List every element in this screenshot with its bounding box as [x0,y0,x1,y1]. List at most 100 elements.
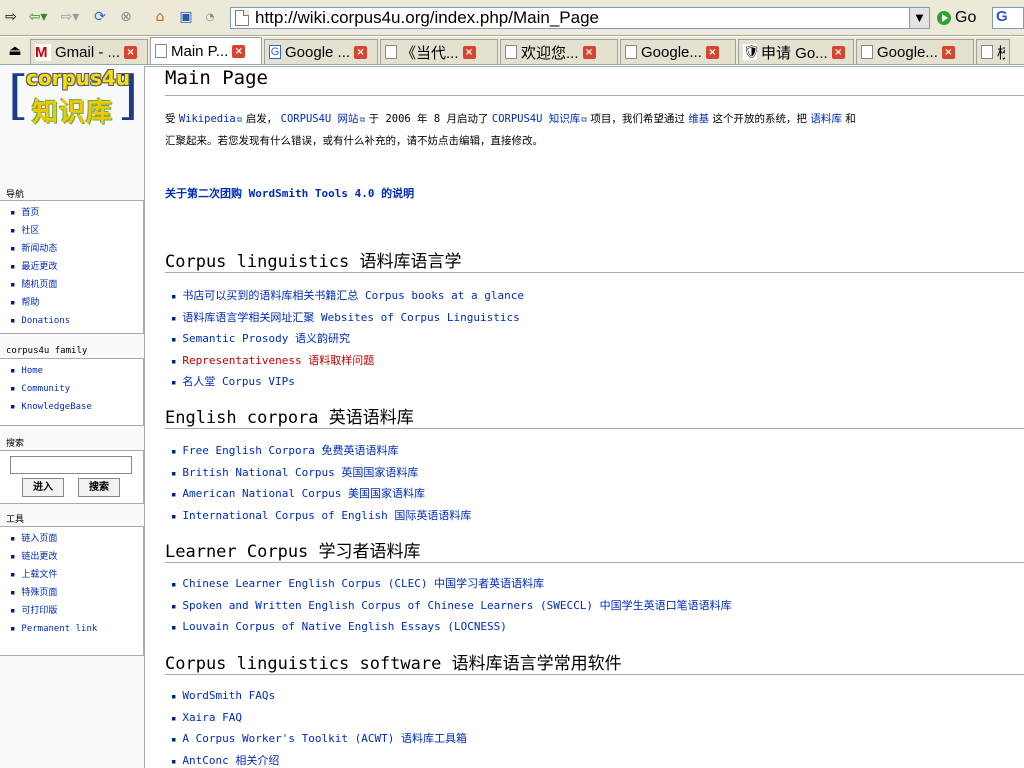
nav-item-donations[interactable]: Donations [10,312,143,330]
tools-item-related-changes[interactable]: 链出更改 [10,548,143,566]
extension-icon[interactable]: ◔ [200,8,220,26]
list-item[interactable]: A Corpus Worker's Toolkit (ACWT) 语料库工具箱 [165,728,467,750]
tools-item-what-links-here[interactable]: 链入页面 [10,530,143,548]
wikipedia-link[interactable]: Wikipedia [179,113,243,125]
window-icon[interactable]: ▣ [176,8,196,26]
tab-apply-google[interactable]: 🛡 申请 Go... × [738,39,854,64]
nav-list: 首页 社区 新闻动态 最近更改 随机页面 帮助 Donations [0,201,143,333]
wiki-link[interactable]: 维基 [688,113,709,125]
knowledgebase-link[interactable]: CORPUS4U 知识库 [492,113,587,125]
gmail-icon: M [35,43,51,61]
family-item-community[interactable]: Community [10,380,143,398]
tab-label: Main P... [171,42,229,60]
reload-icon[interactable]: ⟳ [90,8,110,26]
groupbuy-notice-link[interactable]: 关于第二次团购 WordSmith Tools 4.0 的说明 [165,185,414,201]
tab-google-3[interactable]: Google... × [856,39,974,64]
url-dropdown-icon[interactable]: ▼ [909,8,929,28]
url-text[interactable]: http://wiki.corpus4u.org/index.php/Main_… [255,8,599,28]
tools-portlet: 链入页面 链出更改 上载文件 特殊页面 可打印版 Permanent link [0,526,144,656]
new-tab-icon[interactable]: ⇨ [2,8,20,26]
site-logo[interactable]: [ ] corpus4u 知识库 [8,66,138,128]
tab-gmail[interactable]: M Gmail - ... × [30,39,148,64]
tab-label: Google ... [285,43,351,61]
title-divider [165,95,1024,96]
tab-label: 欢迎您... [521,44,579,62]
close-icon[interactable]: × [232,44,246,58]
family-item-home[interactable]: Home [10,362,143,380]
software-list: WordSmith FAQs Xaira FAQ A Corpus Worker… [165,685,467,768]
corpus4u-site-link[interactable]: CORPUS4U 网站 [281,113,366,125]
go-arrow-icon [937,11,951,25]
list-item[interactable]: British National Corpus 英国国家语料库 [165,462,471,484]
family-item-knowledgebase[interactable]: KnowledgeBase [10,398,143,416]
browser-toolbar: ⇨ ⇦▾ ⇨▾ ⟳ ⊗ ⌂ ▣ ◔ http://wiki.corpus4u.o… [0,0,1024,36]
tab-google-2[interactable]: Google... × [620,39,736,64]
search-input[interactable] [10,456,132,474]
close-icon[interactable]: × [941,45,955,59]
page-icon [155,44,167,58]
tab-school[interactable]: 校 [976,39,1010,64]
close-icon[interactable]: × [462,45,476,59]
section-divider [165,674,1024,675]
logo-subtext: 知识库 [32,98,114,128]
tab-main-page[interactable]: Main P... × [150,37,262,64]
address-bar[interactable]: http://wiki.corpus4u.org/index.php/Main_… [230,7,930,29]
google-label: G [996,8,1008,25]
close-icon[interactable]: × [705,45,719,59]
stop-icon[interactable]: ⊗ [116,8,136,26]
search-go-button[interactable]: 进入 [22,478,64,497]
intro-text: 这个开放的系统，把 [712,113,808,125]
list-item[interactable]: 名人堂 Corpus VIPs [165,371,524,393]
list-item[interactable]: WordSmith FAQs [165,685,467,707]
intro-text: 项目，我们希望通过 [590,113,685,125]
tab-welcome[interactable]: 欢迎您... × [500,39,618,64]
list-item[interactable]: Semantic Prosody 语义韵研究 [165,328,524,350]
tab-label: Gmail - ... [55,43,121,61]
nav-item-help[interactable]: 帮助 [10,294,143,312]
back-icon[interactable]: ⇦▾ [24,8,52,26]
list-item[interactable]: Xaira FAQ [165,707,467,729]
nav-item-recent-changes[interactable]: 最近更改 [10,258,143,276]
list-item[interactable]: 语料库语言学相关网址汇聚 Websites of Corpus Linguist… [165,307,524,329]
tab-dangdai[interactable]: 《当代... × [380,39,498,64]
tab-menu-icon[interactable]: ⏏ [0,38,30,64]
list-item-redlink[interactable]: Representativeness 语料取样问题 [165,350,524,372]
tab-label: 校 [997,42,1005,63]
intro-text: 受 [165,113,176,125]
page-icon [385,45,397,59]
nav-item-news[interactable]: 新闻动态 [10,240,143,258]
section-heading-software: Corpus linguistics software 语料库语言学常用软件 [165,654,622,674]
tools-item-printable[interactable]: 可打印版 [10,602,143,620]
list-item[interactable]: Chinese Learner English Corpus (CLEC) 中国… [165,573,732,595]
tools-item-special-pages[interactable]: 特殊页面 [10,584,143,602]
list-item[interactable]: American National Corpus 美国国家语料库 [165,483,471,505]
go-label: Go [955,9,977,26]
list-item[interactable]: Free English Corpora 免费英语语料库 [165,440,471,462]
home-icon[interactable]: ⌂ [150,8,170,26]
close-icon[interactable]: × [831,45,845,59]
list-item[interactable]: AntConc 相关介绍 [165,750,467,768]
tab-google-1[interactable]: G Google ... × [264,39,378,64]
close-icon[interactable]: × [582,45,596,59]
nav-item-community[interactable]: 社区 [10,222,143,240]
close-icon[interactable]: × [124,45,138,59]
list-item[interactable]: Spoken and Written English Corpus of Chi… [165,595,731,617]
corpus-link[interactable]: 语料库 [810,113,842,125]
tools-item-upload[interactable]: 上载文件 [10,566,143,584]
google-search-box[interactable]: G [992,7,1024,29]
list-item[interactable]: Louvain Corpus of Native English Essays … [165,616,732,638]
close-icon[interactable]: × [354,45,368,59]
page-icon [505,45,517,59]
forward-icon[interactable]: ⇨▾ [56,8,84,26]
search-button[interactable]: 搜索 [78,478,120,497]
tools-item-permanent-link[interactable]: Permanent link [10,620,143,638]
wiki-page: [ ] corpus4u 知识库 导航 首页 社区 新闻动态 最近更改 随机页面… [0,66,1024,768]
page-icon [981,45,993,59]
nav-item-random[interactable]: 随机页面 [10,276,143,294]
family-list: Home Community KnowledgeBase [0,359,143,419]
go-button[interactable]: Go [937,8,976,28]
list-item[interactable]: International Corpus of English 国际英语语料库 [165,505,471,527]
logo-text: corpus4u [26,66,131,90]
nav-item-home[interactable]: 首页 [10,204,143,222]
list-item[interactable]: 书店可以买到的语料库相关书籍汇总 Corpus books at a glanc… [165,285,524,307]
